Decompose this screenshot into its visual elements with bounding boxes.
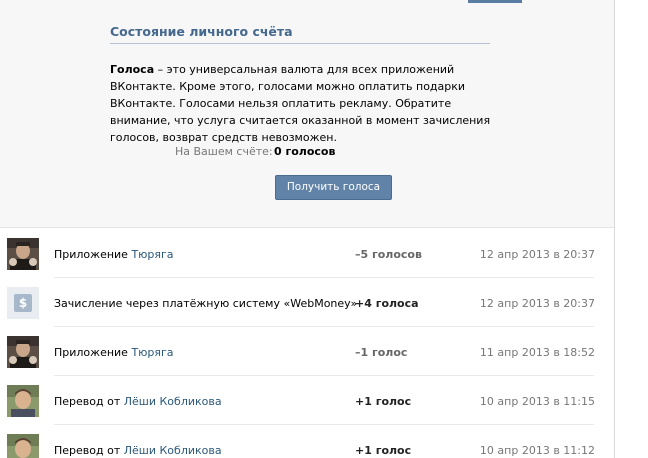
transaction-description: Зачисление через платёжную систему «WebM… xyxy=(54,297,357,310)
app-avatar-icon[interactable] xyxy=(7,336,39,368)
transaction-amount: –5 голосов xyxy=(355,248,422,261)
transaction-date: 10 апр 2013 в 11:15 xyxy=(479,395,595,408)
transaction-prefix: Приложение xyxy=(54,346,132,359)
transaction-amount: +4 голоса xyxy=(355,297,419,310)
transaction-description: Приложение Тюряга xyxy=(54,248,174,261)
transaction-link[interactable]: Тюряга xyxy=(131,248,173,261)
votes-description: Голоса – это универсальная валюта для вс… xyxy=(110,61,510,146)
transaction-link[interactable]: Тюряга xyxy=(131,346,173,359)
page-right-border xyxy=(614,0,615,458)
app-avatar-icon[interactable] xyxy=(7,238,39,270)
transaction-link[interactable]: Лёши Кобликова xyxy=(124,444,222,457)
user-avatar-icon[interactable] xyxy=(7,385,39,417)
transaction-prefix: Перевод от xyxy=(54,395,124,408)
transaction-date: 12 апр 2013 в 20:37 xyxy=(479,297,595,310)
transaction-row: Приложение Тюряга –5 голосов 12 апр 2013… xyxy=(0,229,614,278)
transaction-description: Перевод от Лёши Кобликова xyxy=(54,444,222,457)
dollar-icon: $ xyxy=(7,287,39,319)
transaction-date: 11 апр 2013 в 18:52 xyxy=(479,346,595,359)
transaction-row: Приложение Тюряга –1 голос 11 апр 2013 в… xyxy=(0,327,614,376)
transaction-link[interactable]: Лёши Кобликова xyxy=(124,395,222,408)
transaction-description: Приложение Тюряга xyxy=(54,346,174,359)
description-text: – это универсальная валюта для всех прил… xyxy=(110,63,491,144)
dollar-sign: $ xyxy=(14,294,32,312)
transaction-row: Перевод от Лёши Кобликова +1 голос 10 ап… xyxy=(0,376,614,425)
transaction-prefix: Перевод от xyxy=(54,444,124,457)
balance-value: 0 голосов xyxy=(274,145,336,158)
transaction-date: 10 апр 2013 в 11:12 xyxy=(479,444,595,457)
transaction-row: Перевод от Лёши Кобликова +1 голос 10 ап… xyxy=(0,425,614,458)
transaction-prefix: Зачисление через платёжную систему «WebM… xyxy=(54,297,358,310)
section-title: Состояние личного счёта xyxy=(110,24,293,39)
active-tab-indicator xyxy=(468,0,522,3)
transaction-amount: +1 голос xyxy=(355,395,412,408)
transaction-prefix: Приложение xyxy=(54,248,132,261)
transaction-amount: +1 голос xyxy=(355,444,412,457)
transaction-description: Перевод от Лёши Кобликова xyxy=(54,395,222,408)
description-bold-term: Голоса xyxy=(110,63,155,76)
balance-label: На Вашем счёте: xyxy=(175,145,273,158)
user-avatar-icon[interactable] xyxy=(7,434,39,458)
get-votes-button[interactable]: Получить голоса xyxy=(275,175,392,200)
transaction-date: 12 апр 2013 в 20:37 xyxy=(479,248,595,261)
transaction-amount: –1 голос xyxy=(355,346,408,359)
title-divider xyxy=(110,43,490,44)
transaction-row: $ Зачисление через платёжную систему «We… xyxy=(0,278,614,327)
